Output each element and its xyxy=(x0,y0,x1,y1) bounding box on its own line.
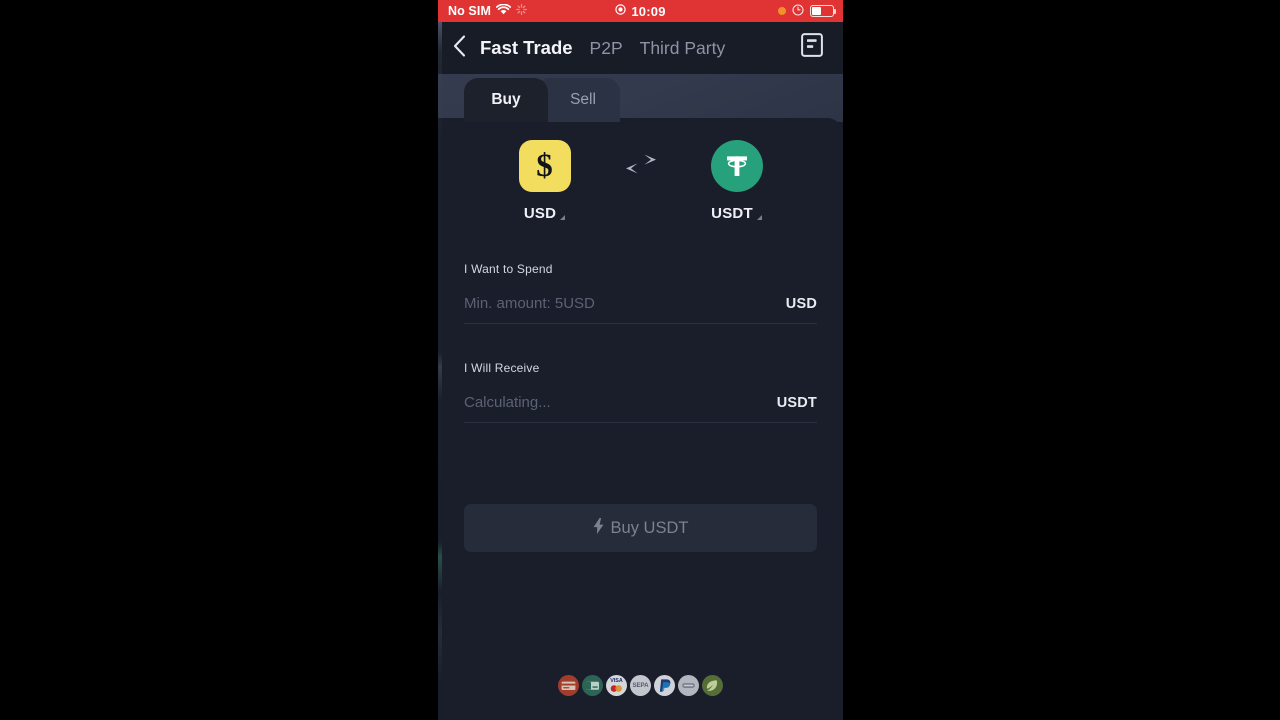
from-currency-label: USD xyxy=(523,205,557,222)
spend-currency-suffix: USD xyxy=(785,296,817,312)
payment-method-green-card[interactable] xyxy=(582,675,603,696)
nav-bar: Fast Trade P2P Third Party xyxy=(438,22,843,74)
wifi-icon xyxy=(495,3,512,18)
tab-buy-label: Buy xyxy=(491,91,521,108)
swap-arrows-icon xyxy=(624,153,658,180)
payment-method-sepa-label: SEPA xyxy=(632,682,649,689)
status-bar-right xyxy=(778,3,837,19)
mastercard-circles-icon xyxy=(609,684,624,694)
currency-pair-row: $ USD USDT xyxy=(438,140,843,238)
payment-method-paypal[interactable] xyxy=(654,675,675,696)
content-panel: $ USD USDT I Want to Spend Min. amount: … xyxy=(438,118,843,720)
payment-method-credit-card[interactable] xyxy=(558,675,579,696)
phone-viewport: No SIM 10:09 Fast Trade P2P Third Party … xyxy=(438,0,843,720)
payment-method-visa-label: VISA xyxy=(610,677,623,684)
back-button[interactable] xyxy=(438,22,480,74)
sparkle-icon xyxy=(516,4,527,18)
buy-usdt-button-label: Buy USDT xyxy=(610,518,689,537)
lightning-bolt-icon xyxy=(593,517,604,539)
receive-amount-value[interactable]: Calculating... xyxy=(464,394,777,411)
to-currency-label-row: USDT xyxy=(711,205,762,222)
payment-method-generic-card[interactable] xyxy=(678,675,699,696)
usd-dollar-icon: $ xyxy=(518,140,571,192)
orange-dot-icon xyxy=(778,7,786,15)
tab-sell[interactable]: Sell xyxy=(536,78,620,122)
from-currency-label-row: USD xyxy=(523,205,566,222)
record-dot-icon xyxy=(615,4,627,18)
status-bar-clock: 10:09 xyxy=(631,3,666,19)
receive-field-row: Calculating... USDT xyxy=(464,394,817,423)
payment-method-sepa[interactable]: SEPA xyxy=(630,675,651,696)
status-bar: No SIM 10:09 xyxy=(438,0,843,22)
nav-tab-list: Fast Trade P2P Third Party xyxy=(480,37,725,59)
status-bar-left: No SIM xyxy=(438,3,527,18)
usd-glyph: $ xyxy=(536,147,553,184)
to-currency-selector[interactable]: USDT xyxy=(673,140,801,222)
payment-methods-row: VISA SEPA xyxy=(438,675,843,696)
screen-root: No SIM 10:09 Fast Trade P2P Third Party … xyxy=(0,0,1280,720)
segmented-tab-list: Sell Buy xyxy=(438,78,843,122)
buy-usdt-button[interactable]: Buy USDT xyxy=(464,504,817,552)
battery-icon xyxy=(810,5,837,17)
payment-method-green-leaf[interactable] xyxy=(702,675,723,696)
swap-direction-button[interactable] xyxy=(609,140,673,192)
to-currency-label: USDT xyxy=(711,205,753,222)
receive-currency-suffix: USDT xyxy=(776,395,817,411)
receive-field: I Will Receive Calculating... USDT xyxy=(464,361,817,423)
tether-usdt-icon xyxy=(710,140,763,192)
spend-field-label: I Want to Spend xyxy=(464,262,553,276)
back-chevron-icon xyxy=(453,34,466,62)
rotation-lock-icon xyxy=(792,3,804,19)
spend-amount-input[interactable] xyxy=(464,295,786,312)
nav-tab-fast-trade[interactable]: Fast Trade xyxy=(480,37,573,59)
spend-field-row: USD xyxy=(464,295,817,324)
payment-method-visa-mastercard[interactable]: VISA xyxy=(606,675,627,696)
nav-tab-p2p[interactable]: P2P xyxy=(590,38,623,59)
carrier-label: No SIM xyxy=(448,4,491,18)
receive-field-label: I Will Receive xyxy=(464,361,540,375)
tab-buy[interactable]: Buy xyxy=(464,78,548,122)
tab-sell-label: Sell xyxy=(570,91,596,108)
spend-field: I Want to Spend USD xyxy=(464,262,817,324)
caret-down-icon xyxy=(560,215,566,220)
from-currency-selector[interactable]: $ USD xyxy=(481,140,609,222)
orders-document-icon xyxy=(801,32,823,62)
caret-down-icon xyxy=(756,215,762,220)
orders-button[interactable] xyxy=(795,30,829,64)
nav-tab-third-party[interactable]: Third Party xyxy=(640,38,726,59)
